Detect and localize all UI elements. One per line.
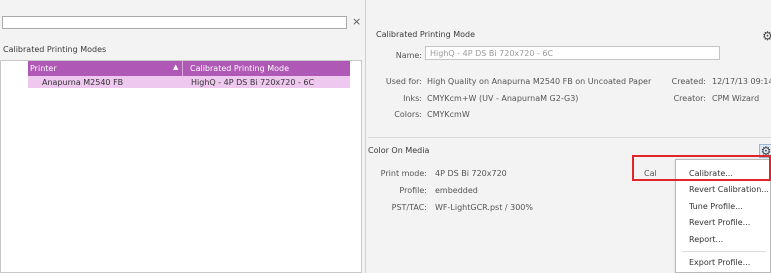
creator-value: CPM Wizard (712, 94, 760, 103)
color-on-media-title: Color On Media (368, 146, 430, 155)
created-label: Created: (671, 77, 706, 86)
color-on-media-gear-icon[interactable]: ⚙ (759, 144, 771, 158)
inks-label: Inks: (403, 94, 422, 103)
table-row[interactable]: Anapurna M2540 FB HighQ - 4P DS Bi 720x7… (28, 76, 350, 88)
name-label: Name: (395, 51, 422, 60)
section-divider (368, 137, 771, 138)
cpm-section-title: Calibrated Printing Mode (376, 30, 475, 39)
table-header: Printer ▲ Calibrated Printing Mode (28, 61, 350, 76)
menu-separator (682, 251, 766, 252)
context-menu: Calibrate... Revert Calibration... Tune … (675, 159, 771, 273)
colors-value: CMYKcmW (427, 110, 470, 119)
search-input[interactable] (2, 16, 347, 29)
calibration-label-partial: Cal (644, 169, 657, 178)
pst-tac-value: WF-LightGCR.pst / 300% (435, 203, 533, 212)
cpm-table: Printer ▲ Calibrated Printing Mode Anapu… (0, 60, 362, 273)
pst-tac-label: PST/TAC: (391, 203, 427, 212)
menu-item-export-profile[interactable]: Export Profile... (689, 258, 750, 267)
menu-item-tune-profile[interactable]: Tune Profile... (689, 202, 743, 211)
created-value: 12/17/13 09:14:23 (712, 77, 771, 86)
column-header-mode[interactable]: Calibrated Printing Mode (190, 64, 289, 73)
cell-printer: Anapurna M2540 FB (42, 78, 124, 87)
creator-label: Creator: (673, 94, 706, 103)
list-title: Calibrated Printing Modes (3, 45, 107, 54)
cell-mode: HighQ - 4P DS Bi 720x720 - 6C (191, 78, 315, 87)
inks-value: CMYKcm+W (UV - AnapurnaM G2-G3) (427, 94, 579, 103)
menu-item-report[interactable]: Report... (689, 235, 723, 244)
gear-icon[interactable]: ⚙ (762, 30, 771, 42)
colors-label: Colors: (394, 110, 422, 119)
menu-item-revert-profile[interactable]: Revert Profile... (689, 218, 750, 227)
sort-ascending-icon[interactable]: ▲ (173, 63, 178, 71)
used-for-label: Used for: (385, 77, 422, 86)
menu-item-calibrate[interactable]: Calibrate... (689, 169, 733, 178)
print-mode-label: Print mode: (380, 169, 427, 178)
profile-value: embedded (435, 186, 478, 195)
used-for-value: High Quality on Anapurna M2540 FB on Unc… (427, 77, 652, 86)
column-header-printer[interactable]: Printer (30, 64, 57, 73)
left-pane: × Calibrated Printing Modes Printer ▲ Ca… (0, 0, 365, 273)
menu-item-revert-calibration[interactable]: Revert Calibration... (689, 185, 769, 194)
clear-search-icon[interactable]: × (352, 15, 361, 28)
column-divider[interactable] (182, 61, 183, 76)
profile-label: Profile: (399, 186, 427, 195)
name-field[interactable] (425, 46, 720, 60)
print-mode-value: 4P DS Bi 720x720 (435, 169, 507, 178)
